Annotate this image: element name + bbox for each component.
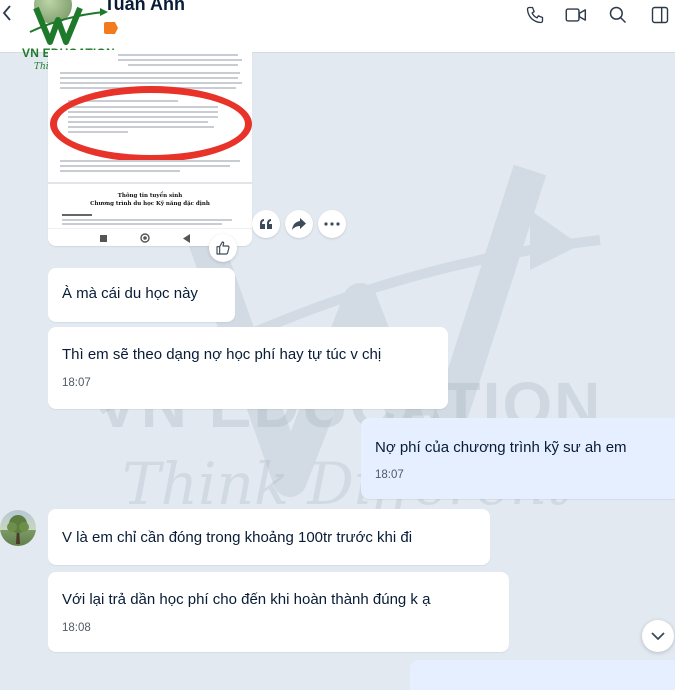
home-icon: [140, 233, 150, 243]
message-bubble[interactable]: À mà cái du học này: [48, 268, 235, 322]
scroll-down-button[interactable]: [642, 620, 674, 652]
message-time: 18:07: [62, 377, 91, 389]
message-bubble[interactable]: V là em chỉ cần đóng trong khoảng 100tr …: [48, 509, 490, 565]
thumbs-up-icon[interactable]: [209, 234, 237, 262]
message-time: 18:07: [375, 469, 404, 481]
document-title-line2: Chương trình du học Kỹ năng đặc định: [90, 201, 210, 207]
message-text: Nợ phí của chương trình kỹ sư ah em: [375, 439, 627, 456]
video-icon[interactable]: [564, 3, 588, 27]
phone-icon[interactable]: [523, 3, 547, 27]
sidebar-toggle-icon[interactable]: [648, 3, 672, 27]
search-icon[interactable]: [606, 3, 630, 27]
more-icon[interactable]: [318, 210, 346, 238]
message-text: V là em chỉ cần đóng trong khoảng 100tr …: [62, 529, 413, 546]
back-triangle-icon: [182, 233, 192, 243]
stop-icon: [98, 233, 108, 243]
contact-avatar-small[interactable]: [0, 510, 36, 546]
message-bubble[interactable]: Thì em sẽ theo dạng nợ học phí hay tự tú…: [48, 327, 448, 409]
message-text: Thì em sẽ theo dạng nợ học phí hay tự tú…: [62, 346, 382, 363]
red-highlight-circle: [50, 86, 252, 162]
quote-icon[interactable]: [252, 210, 280, 238]
message-text: À mà cái du học này: [62, 285, 198, 302]
message-text: Với lại trả dần học phí cho đến khi hoàn…: [62, 591, 431, 608]
forward-icon[interactable]: [285, 210, 313, 238]
message-bubble-sent[interactable]: Nợ phí của chương trình kỹ sư ah em 18:0…: [361, 418, 675, 499]
message-bubble[interactable]: Với lại trả dần học phí cho đến khi hoàn…: [48, 572, 509, 652]
document-title-line1: Thông tin tuyển sinh: [117, 193, 183, 199]
shared-document-image[interactable]: Thông tin tuyển sinh Chương trình du học…: [48, 50, 252, 246]
chevron-down-icon: [651, 632, 665, 641]
message-bubble-sent-partial[interactable]: [410, 660, 675, 690]
message-time: 18:08: [62, 622, 91, 634]
